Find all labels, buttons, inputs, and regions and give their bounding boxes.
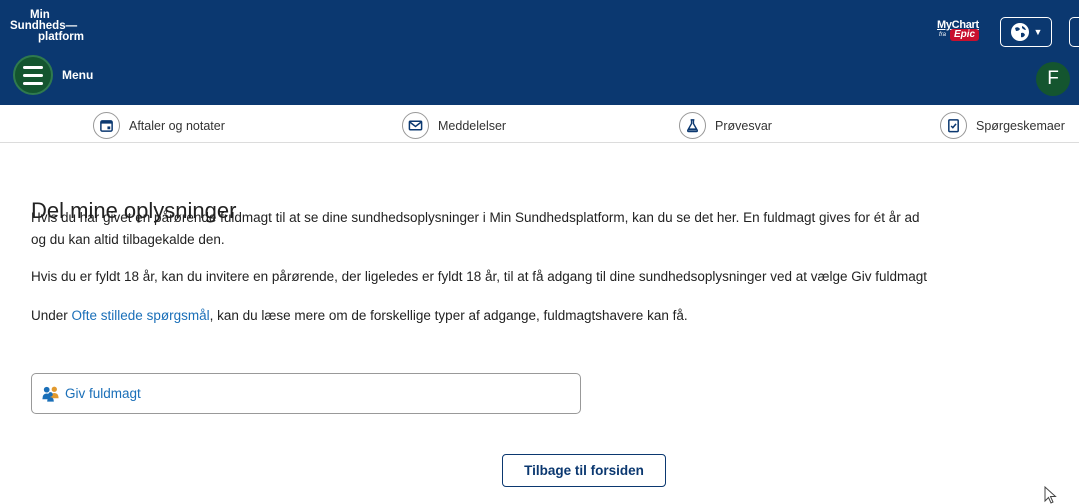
faq-text-after: , kan du læse mere om de forskellige typ… (209, 308, 688, 323)
mychart-fra-text: fra (939, 32, 947, 38)
giv-fuldmagt-button[interactable]: Giv fuldmagt (31, 373, 581, 414)
intro-text-1: Hvis du har givet en pårørende fuldmagt … (31, 210, 920, 225)
invite-paragraph: Hvis du er fyldt 18 år, kan du invitere … (31, 267, 927, 287)
hamburger-icon (13, 55, 53, 95)
nav-item-label: Aftaler og notater (129, 118, 225, 133)
checklist-icon (940, 112, 967, 139)
nav-item-label: Prøvesvar (715, 118, 772, 133)
intro-paragraph-line-2: og du kan altid tilbagekalde den. (31, 230, 225, 250)
nav-item-label: Spørgeskemaer (976, 118, 1065, 133)
top-header: Min Sundheds— platform Menu MyChart fra … (0, 0, 1079, 105)
nav-item-label: Meddelelser (438, 118, 507, 133)
intro-paragraph-line-1: Hvis du har givet en pårørende fuldmagt … (31, 208, 920, 228)
avatar[interactable]: F (1036, 62, 1070, 96)
faq-link[interactable]: Ofte stillede spørgsmål (72, 308, 210, 323)
language-button[interactable]: ▼ (1000, 17, 1052, 47)
invite-text: Hvis du er fyldt 18 år, kan du invitere … (31, 269, 928, 284)
logo-line-3: platform (38, 31, 84, 43)
nav-item-meddelelser[interactable]: Meddelelser (402, 112, 506, 139)
epic-text: Epic (950, 29, 980, 41)
min-sundhedsplatform-logo[interactable]: Min Sundheds— platform (10, 9, 84, 43)
faq-text-before: Under (31, 308, 72, 323)
menu-label: Menu (62, 68, 94, 82)
nav-item-sporgeskemaer[interactable]: Spørgeskemaer (940, 112, 1065, 139)
flask-icon (679, 112, 706, 139)
envelope-icon (402, 112, 429, 139)
mouse-cursor-icon (1044, 486, 1057, 504)
header-right-button[interactable] (1069, 17, 1079, 47)
globe-icon (1010, 23, 1029, 41)
back-to-home-button[interactable]: Tilbage til forsiden (502, 454, 666, 487)
faq-paragraph: Under Ofte stillede spørgsmål, kan du læ… (31, 306, 688, 326)
intro-text-2: og du kan altid tilbagekalde den. (31, 232, 225, 247)
people-icon (42, 386, 59, 402)
calendar-icon (93, 112, 120, 139)
nav-item-aftaler[interactable]: Aftaler og notater (93, 112, 225, 139)
menu-button[interactable]: Menu (13, 55, 93, 95)
giv-fuldmagt-label: Giv fuldmagt (65, 386, 141, 401)
nav-item-provesvar[interactable]: Prøvesvar (679, 112, 772, 139)
activity-nav: Aftaler og notater Meddelelser Prøvesvar… (0, 105, 1079, 143)
chevron-down-icon: ▼ (1033, 27, 1043, 37)
mychart-epic-logo: MyChart fra Epic (937, 15, 987, 43)
